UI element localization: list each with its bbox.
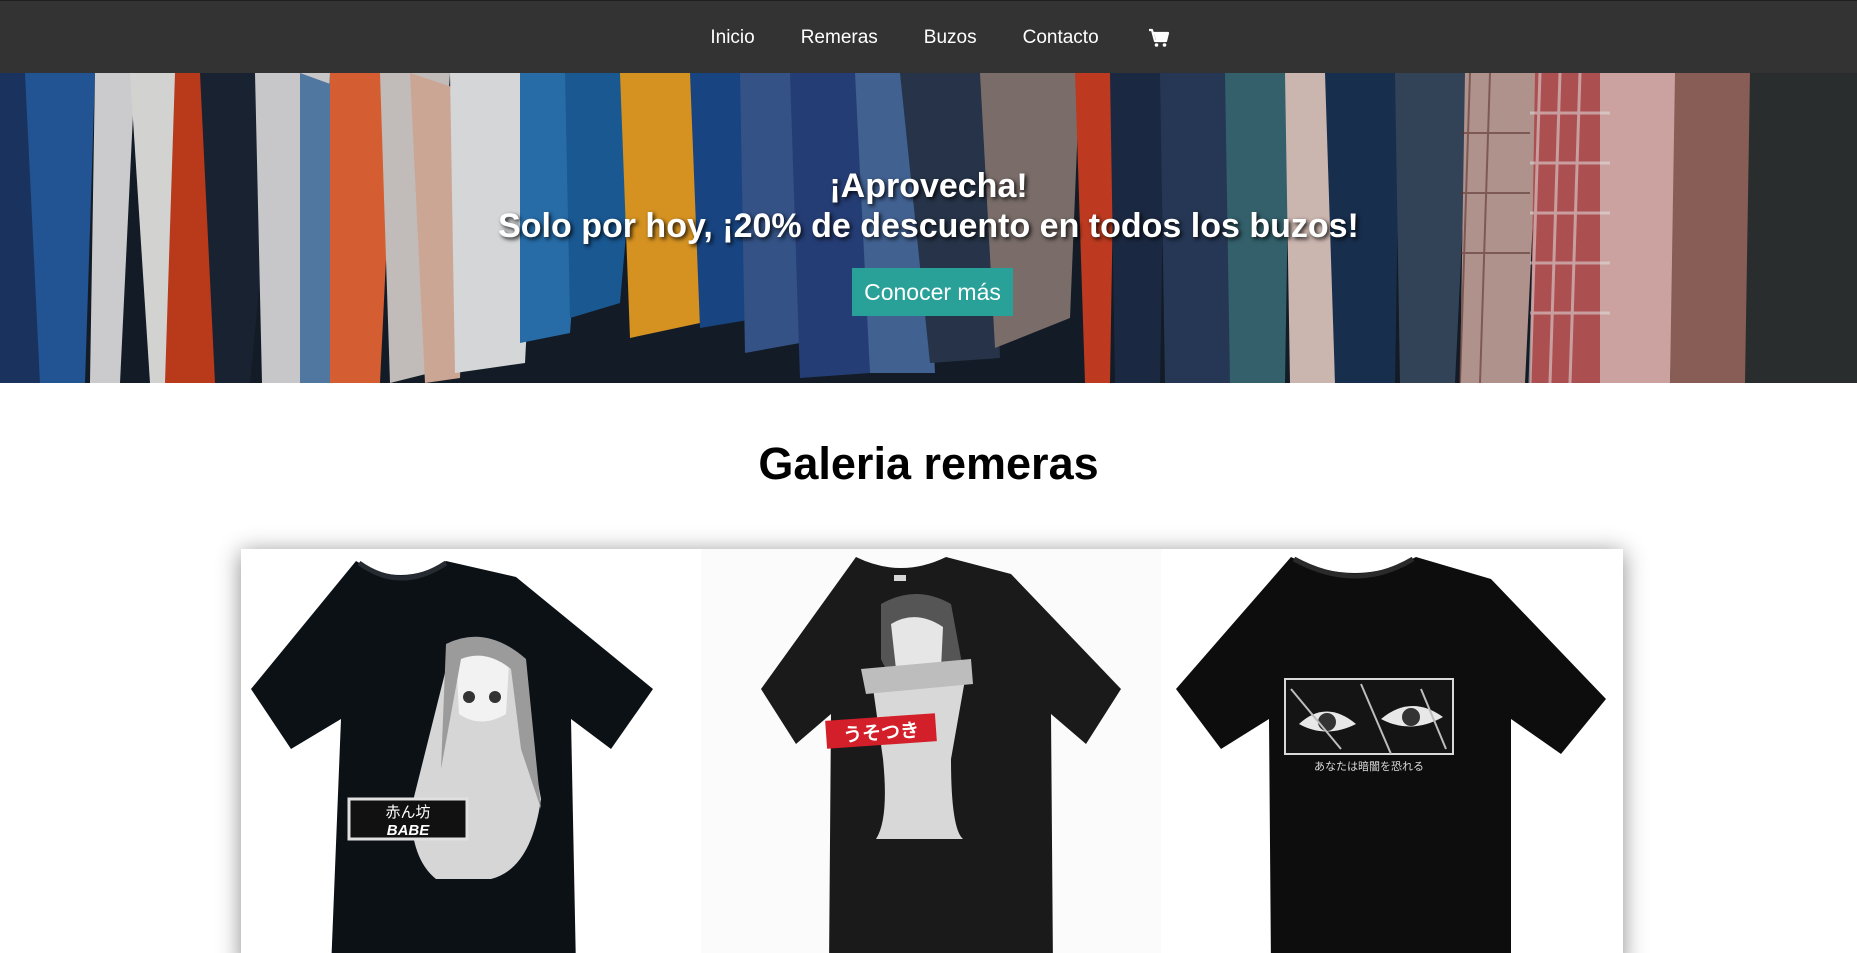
nav-link-inicio[interactable]: Inicio bbox=[710, 27, 754, 49]
product-image-2: うそつき bbox=[701, 549, 1161, 953]
nav-link-contacto[interactable]: Contacto bbox=[1023, 27, 1099, 49]
hero-line-1: ¡Aprovecha! bbox=[829, 167, 1028, 205]
gallery-card: 赤ん坊 BABE うそつき あなたは暗闇を恐れる bbox=[241, 549, 1623, 953]
product-1-print-jp: 赤ん坊 bbox=[385, 803, 430, 821]
product-image-1: 赤ん坊 BABE bbox=[241, 549, 701, 953]
navbar: Inicio Remeras Buzos Contacto bbox=[0, 0, 1857, 73]
product-3-print-jp: あなたは暗闇を恐れる bbox=[1314, 759, 1424, 773]
hero-banner: ¡Aprovecha! Solo por hoy, ¡20% de descue… bbox=[0, 73, 1857, 383]
hero-headline: ¡Aprovecha! Solo por hoy, ¡20% de descue… bbox=[0, 166, 1857, 246]
product-image-3: あなたは暗闇を恐れる bbox=[1161, 549, 1621, 953]
product-card-2[interactable]: うそつき bbox=[701, 549, 1161, 953]
conocer-mas-button[interactable]: Conocer más bbox=[852, 268, 1013, 316]
product-1-print-en: BABE bbox=[387, 822, 430, 839]
product-card-1[interactable]: 赤ん坊 BABE bbox=[241, 549, 701, 953]
nav-links: Inicio Remeras Buzos Contacto bbox=[0, 1, 1857, 74]
gallery-title: Galeria remeras bbox=[758, 438, 1099, 489]
hero-line-2: Solo por hoy, ¡20% de descuento en todos… bbox=[498, 207, 1359, 245]
shopping-cart-icon[interactable] bbox=[1148, 27, 1170, 49]
nav-link-buzos[interactable]: Buzos bbox=[924, 27, 977, 49]
nav-link-remeras[interactable]: Remeras bbox=[801, 27, 878, 49]
product-card-3[interactable]: あなたは暗闇を恐れる bbox=[1161, 549, 1621, 953]
